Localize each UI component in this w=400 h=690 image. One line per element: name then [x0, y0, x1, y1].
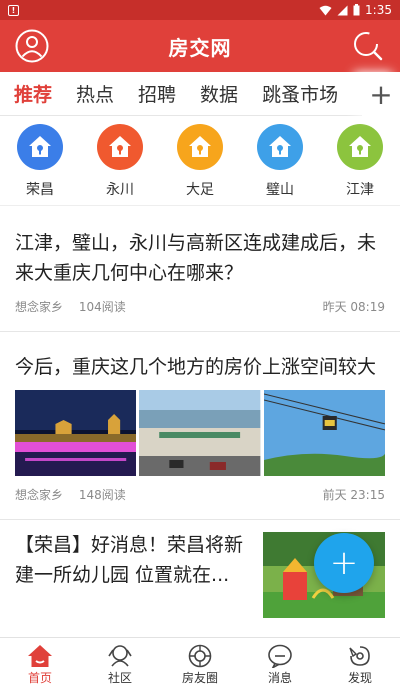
district-jiangjin[interactable]: 江津 [325, 124, 395, 199]
district-bishan[interactable]: 璧山 [245, 124, 315, 199]
tab-flea-market[interactable]: 跳蚤市场 [262, 80, 338, 107]
house-icon [257, 124, 303, 170]
bottom-nav: 首页 社区 房友圈 消息 发现 [0, 637, 400, 690]
article-title: 江津，璧山，永川与高新区连成建成后，未来大重庆几何中心在哪来？ [15, 232, 377, 284]
nav-messages[interactable]: 消息 [240, 638, 320, 690]
district-row: 荣昌 永川 大足 璧山 江津 [0, 116, 400, 206]
nav-home[interactable]: 首页 [0, 638, 80, 690]
tab-jobs[interactable]: 招聘 [138, 80, 176, 107]
battery-icon [353, 4, 360, 16]
article-time: 昨天 08:19 [322, 300, 385, 314]
nav-moments[interactable]: 房友圈 [160, 638, 240, 690]
district-label: 璧山 [266, 182, 294, 198]
tab-data[interactable]: 数据 [200, 80, 238, 107]
nav-discover[interactable]: 发现 [320, 638, 400, 690]
home-icon [26, 643, 54, 669]
house-icon [17, 124, 63, 170]
nav-community[interactable]: 社区 [80, 638, 160, 690]
wifi-icon [319, 5, 332, 15]
article-title: 【荣昌】好消息！荣昌将新建一所幼儿园 位置就在... [15, 534, 244, 586]
profile-button[interactable] [14, 28, 50, 64]
status-time: 1:35 [365, 3, 392, 17]
add-tab-button[interactable]: + [362, 72, 400, 116]
user-icon [15, 29, 49, 63]
district-label: 大足 [186, 182, 214, 198]
article-author: 想念家乡 [15, 488, 64, 502]
app-bar: 房交网 [0, 20, 400, 72]
article-meta: 想念家乡 104阅读 昨天 08:19 [15, 288, 385, 331]
nav-label: 房友圈 [181, 670, 218, 685]
community-icon [106, 643, 134, 669]
district-dazu[interactable]: 大足 [165, 124, 235, 199]
article-meta: 想念家乡 148阅读 前天 23:15 [15, 476, 385, 519]
station-image [139, 390, 261, 476]
article-reads: 104阅读 [78, 300, 126, 314]
message-icon [266, 643, 294, 669]
district-label: 荣昌 [26, 182, 54, 198]
article-reads: 148阅读 [78, 488, 126, 502]
discover-icon [346, 643, 374, 669]
district-label: 江津 [346, 182, 374, 198]
article-item[interactable]: 江津，璧山，永川与高新区连成建成后，未来大重庆几何中心在哪来？ 想念家乡 104… [0, 228, 400, 332]
search-button[interactable] [350, 28, 386, 64]
district-label: 永川 [106, 182, 134, 198]
house-icon [337, 124, 383, 170]
district-yongchuan[interactable]: 永川 [85, 124, 155, 199]
night-city-image [15, 390, 137, 476]
nav-label: 社区 [107, 670, 132, 685]
district-rongchang[interactable]: 荣昌 [5, 124, 75, 199]
tab-hot[interactable]: 热点 [76, 80, 114, 107]
tab-recommend[interactable]: 推荐 [14, 80, 52, 107]
signal-icon [337, 5, 348, 15]
article-item[interactable]: 今后，重庆这几个地方的房价上涨空间较大 想念家乡 148阅读 前天 23:15 [0, 332, 400, 520]
article-time: 前天 23:15 [322, 488, 385, 502]
moments-icon [186, 643, 214, 669]
warning-icon: ! [8, 4, 19, 16]
nav-label: 发现 [347, 670, 372, 685]
cable-car-image [263, 390, 385, 476]
status-bar: ! 1:35 [0, 0, 400, 20]
search-icon [354, 32, 383, 61]
article-images [15, 390, 385, 476]
create-post-button[interactable]: + [314, 533, 374, 593]
article-title: 今后，重庆这几个地方的房价上涨空间较大 [15, 356, 377, 378]
house-icon [177, 124, 223, 170]
page-title: 房交网 [168, 35, 232, 60]
article-author: 想念家乡 [15, 300, 64, 314]
category-tabs: 推荐 热点 招聘 数据 跳蚤市场 + [0, 72, 400, 116]
nav-label: 首页 [27, 670, 52, 685]
house-icon [97, 124, 143, 170]
nav-label: 消息 [267, 670, 292, 685]
